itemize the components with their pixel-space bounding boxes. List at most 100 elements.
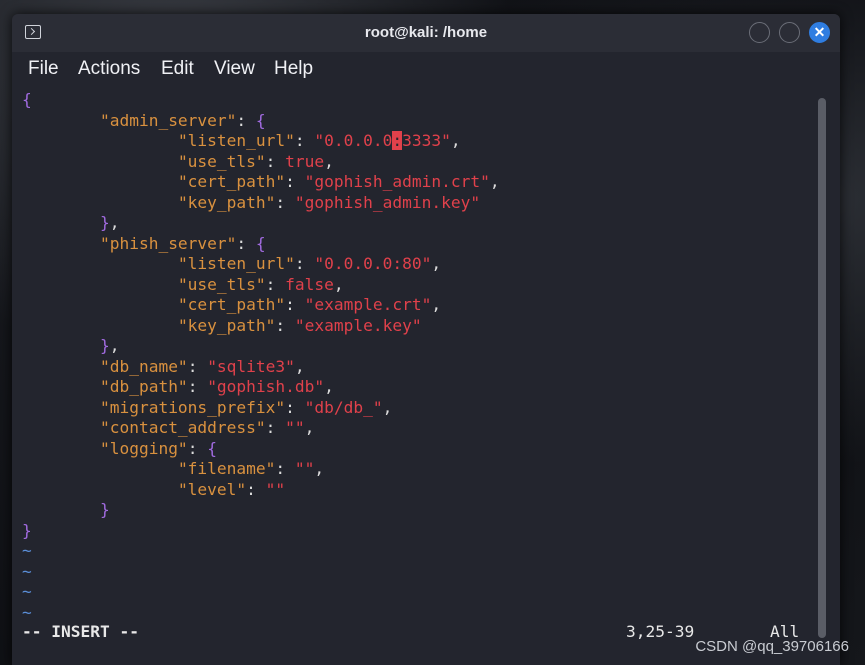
- code-token: ,: [431, 254, 442, 273]
- code-line: "level": "": [22, 480, 285, 500]
- code-token: "filename": [177, 459, 276, 478]
- code-line: ~: [22, 541, 32, 561]
- code-token: "db_name": [99, 356, 188, 376]
- code-token: }: [99, 213, 110, 232]
- maximize-button[interactable]: [779, 22, 800, 43]
- code-token: ,: [450, 131, 461, 150]
- title-bar[interactable]: root@kali: /home ✕: [12, 14, 840, 52]
- menu-help[interactable]: Help: [274, 58, 313, 80]
- code-token: "db_path": [99, 377, 188, 396]
- code-token: :: [265, 418, 286, 437]
- code-token: ,: [324, 151, 334, 171]
- menu-view[interactable]: View: [214, 58, 255, 80]
- code-token: "gophish_admin.crt": [304, 172, 490, 191]
- code-line: "listen_url": "0.0.0.0:3333",: [22, 131, 461, 151]
- code-token: :: [187, 438, 208, 458]
- code-token: "use_tls": [177, 274, 266, 294]
- menu-bar: File Actions Edit View Help: [12, 52, 840, 86]
- code-line: "listen_url": "0.0.0.0:80",: [22, 254, 441, 274]
- code-token: :: [275, 459, 295, 478]
- code-token: "0.0.0.0: [314, 131, 393, 150]
- code-line: "logging": {: [22, 439, 217, 459]
- code-token: {: [255, 233, 266, 253]
- close-icon: ✕: [813, 24, 826, 40]
- code-token: "gophish_admin.key": [294, 192, 481, 212]
- code-token: ~: [22, 541, 32, 560]
- code-token: ,: [324, 377, 334, 396]
- code-token: "logging": [99, 438, 188, 458]
- code-token: :: [187, 377, 208, 396]
- menu-file[interactable]: File: [28, 58, 59, 80]
- code-token: ,: [489, 172, 500, 191]
- code-line: "phish_server": {: [22, 234, 266, 254]
- code-token: "gophish.db": [207, 377, 325, 396]
- code-token: :: [187, 356, 208, 376]
- scrollbar[interactable]: [818, 98, 826, 638]
- code-token: "example.key": [294, 315, 422, 335]
- cursor-position: 3,25-39: [626, 622, 695, 641]
- minimize-button[interactable]: [749, 22, 770, 43]
- code-token: "example.crt": [304, 295, 432, 314]
- code-token: ~: [22, 582, 32, 601]
- code-token: ,: [333, 274, 344, 294]
- code-token: ,: [314, 459, 325, 478]
- code-token: "level": [177, 479, 247, 499]
- menu-edit[interactable]: Edit: [161, 58, 194, 80]
- code-token: :: [275, 315, 295, 335]
- code-line: ~: [22, 562, 32, 582]
- code-token: :: [285, 172, 305, 191]
- code-line: "cert_path": "example.crt",: [22, 295, 441, 315]
- code-line: "db_name": "sqlite3",: [22, 357, 305, 377]
- code-token: "admin_server": [99, 110, 237, 130]
- code-token: :: [265, 274, 286, 294]
- code-line: "use_tls": false,: [22, 275, 344, 295]
- code-line: },: [22, 336, 120, 356]
- code-line: ~: [22, 582, 32, 602]
- code-line: },: [22, 213, 120, 233]
- code-token: "migrations_prefix": [99, 397, 286, 417]
- code-token: ,: [382, 397, 393, 417]
- code-token: "phish_server": [99, 233, 237, 253]
- code-token: ,: [109, 213, 120, 232]
- code-line: "db_path": "gophish.db",: [22, 377, 334, 397]
- code-line: "migrations_prefix": "db/db_",: [22, 398, 392, 418]
- vim-editor[interactable]: { "admin_server": { "listen_url": "0.0.0…: [12, 88, 840, 665]
- code-token: "db/db_": [304, 397, 383, 417]
- code-line: "filename": "",: [22, 459, 324, 479]
- menu-actions[interactable]: Actions: [78, 58, 140, 80]
- code-token: :: [285, 397, 305, 417]
- code-token: :: [265, 151, 286, 171]
- code-token: {: [255, 110, 266, 130]
- code-token: "": [285, 418, 305, 437]
- code-token: "listen_url": [177, 131, 295, 150]
- code-token: ~: [22, 602, 32, 622]
- window-title: root@kali: /home: [364, 24, 488, 41]
- code-token: "": [265, 479, 286, 499]
- code-token: :: [236, 233, 256, 253]
- code-token: "listen_url": [177, 254, 295, 273]
- code-token: "cert_path": [177, 172, 286, 191]
- code-token: "key_path": [177, 315, 276, 335]
- code-token: "sqlite3": [207, 356, 295, 376]
- code-token: {: [207, 438, 217, 458]
- text-cursor: :: [392, 131, 403, 150]
- code-token: "cert_path": [177, 295, 286, 314]
- terminal-window[interactable]: root@kali: /home ✕ File Actions Edit Vie…: [12, 14, 840, 665]
- close-button[interactable]: ✕: [809, 22, 830, 43]
- code-token: }: [22, 520, 32, 540]
- code-token: :: [285, 295, 305, 314]
